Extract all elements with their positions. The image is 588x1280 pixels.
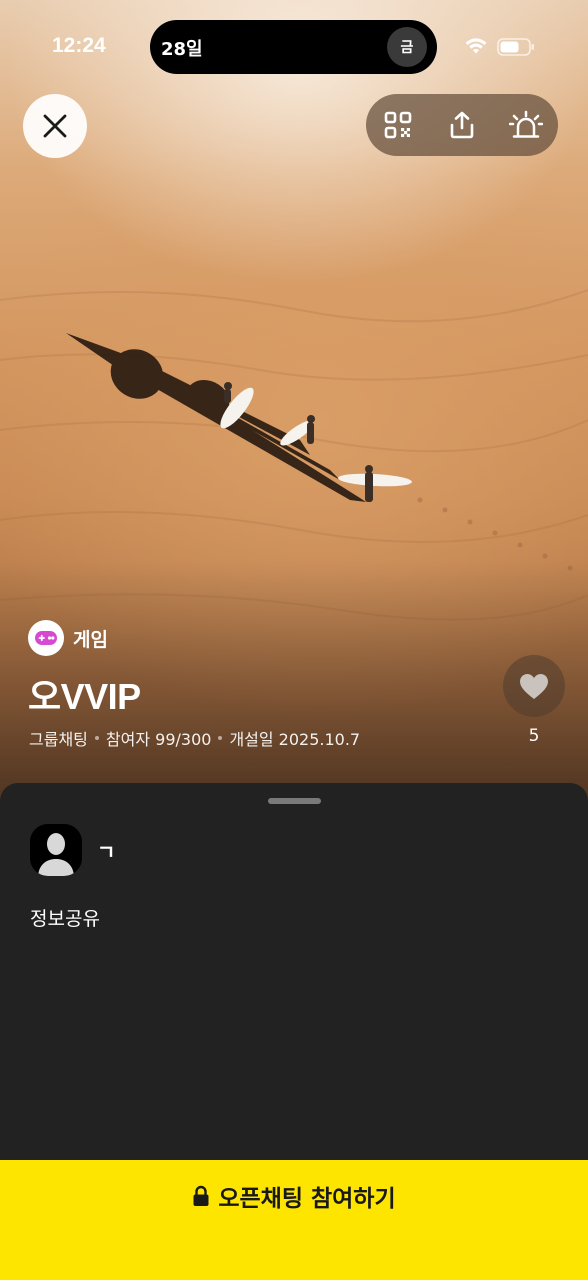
top-action-group	[366, 94, 558, 156]
date-widget: 28일	[161, 39, 203, 60]
separator-dot	[218, 736, 223, 740]
qr-code-icon	[384, 111, 412, 139]
game-controller-icon	[35, 631, 57, 645]
close-icon	[43, 114, 67, 138]
room-detail-sheet: ㄱ 정보공유	[0, 783, 588, 1160]
join-button-content: 오픈채팅 참여하기	[192, 1180, 396, 1212]
category-label: 게임	[73, 628, 108, 651]
default-profile-icon	[30, 824, 82, 876]
dynamic-island: 28일 금	[150, 20, 437, 74]
lock-icon	[193, 1185, 209, 1206]
participant-count: 참여자 99/300	[105, 730, 212, 749]
room-category: 게임	[28, 620, 108, 656]
join-button-label: 오픈채팅 참여하기	[218, 1186, 396, 1212]
like-count: 5	[528, 726, 540, 746]
heart-icon	[520, 673, 548, 699]
like-button[interactable]	[503, 655, 565, 717]
battery-icon	[497, 38, 534, 56]
share-button[interactable]	[442, 105, 482, 145]
share-icon	[450, 111, 474, 139]
day-badge: 금	[387, 27, 427, 67]
report-siren-icon	[509, 110, 543, 138]
category-icon-wrap	[28, 620, 64, 656]
host-avatar[interactable]	[30, 824, 82, 876]
qr-code-button[interactable]	[378, 105, 418, 145]
sheet-drag-handle[interactable]	[268, 798, 321, 804]
created-date: 개설일 2025.10.7	[229, 730, 361, 749]
host-name: ㄱ	[97, 840, 116, 864]
join-open-chat-button[interactable]: 오픈채팅 참여하기	[0, 1160, 588, 1280]
report-button[interactable]	[506, 105, 546, 145]
separator-dot	[94, 736, 99, 740]
room-meta: 그룹채팅 참여자 99/300 개설일 2025.10.7	[29, 726, 360, 750]
room-type: 그룹채팅	[29, 730, 88, 749]
status-time: 12:24	[52, 34, 106, 57]
room-title: 오VVIP	[28, 676, 141, 717]
wifi-icon	[465, 38, 487, 54]
close-button[interactable]	[23, 94, 87, 158]
room-description: 정보공유	[30, 908, 100, 930]
